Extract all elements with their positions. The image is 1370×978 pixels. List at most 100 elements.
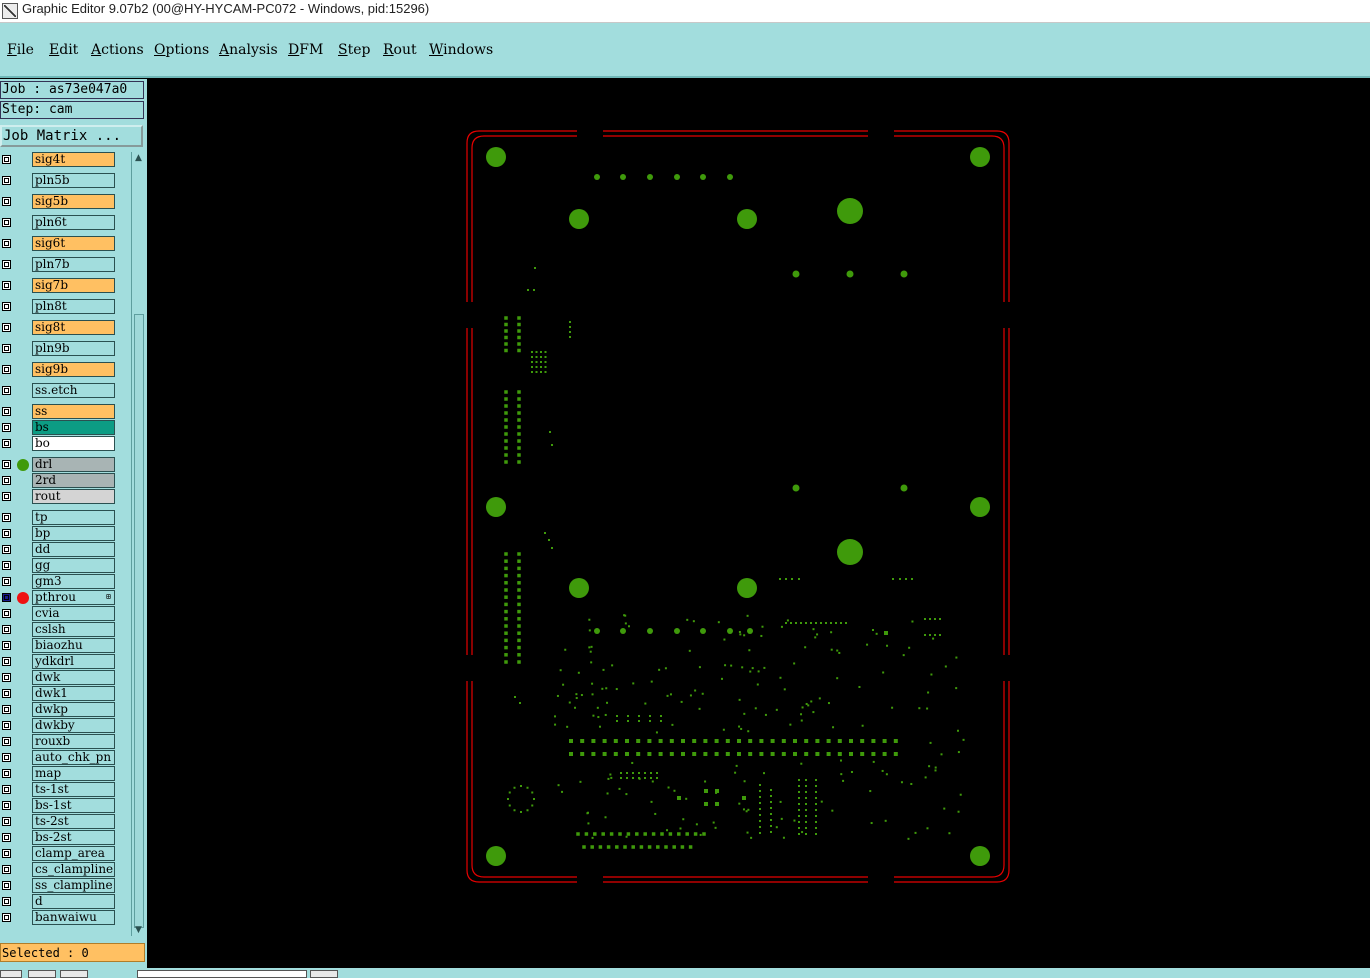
layer-checkbox[interactable]	[2, 849, 11, 858]
scroll-up-arrow-icon[interactable]: ▲	[132, 153, 145, 163]
layer-row-banwaiwu[interactable]: banwaiwu	[0, 910, 118, 926]
layer-row-auto_chk_pn[interactable]: auto_chk_pn	[0, 750, 118, 766]
layer-name[interactable]: dwk1	[32, 686, 115, 701]
layer-checkbox[interactable]	[2, 817, 11, 826]
layer-checkbox[interactable]	[2, 721, 11, 730]
layer-row-ts-2st[interactable]: ts-2st	[0, 814, 118, 830]
layer-checkbox[interactable]	[2, 460, 11, 469]
layer-row-biaozhu[interactable]: biaozhu	[0, 638, 118, 654]
layer-row-ss_clampline[interactable]: ss_clampline	[0, 878, 118, 894]
layer-checkbox[interactable]	[2, 176, 11, 185]
layer-checkbox[interactable]	[2, 492, 11, 501]
layer-row-dd[interactable]: dd	[0, 542, 118, 558]
layer-checkbox[interactable]	[2, 689, 11, 698]
layer-row-map[interactable]: map	[0, 766, 118, 782]
layer-name[interactable]: ss.etch	[32, 383, 115, 398]
layer-name[interactable]: dd	[32, 542, 115, 557]
status-input[interactable]	[137, 970, 307, 978]
status-button-4[interactable]	[310, 970, 338, 978]
layer-row-pln8t[interactable]: pln8t	[0, 299, 118, 315]
layer-checkbox[interactable]	[2, 545, 11, 554]
layer-checkbox[interactable]	[2, 593, 11, 602]
layer-row-dwk[interactable]: dwk	[0, 670, 118, 686]
layer-work-red-dot-icon[interactable]	[17, 592, 29, 604]
layer-checkbox[interactable]	[2, 625, 11, 634]
layer-name[interactable]: bo	[32, 436, 115, 451]
layer-row-bs-1st[interactable]: bs-1st	[0, 798, 118, 814]
layer-row-bp[interactable]: bp	[0, 526, 118, 542]
layer-checkbox[interactable]	[2, 561, 11, 570]
layer-checkbox[interactable]	[2, 529, 11, 538]
menu-windows[interactable]: Windows	[429, 42, 493, 58]
layer-name[interactable]: d	[32, 894, 115, 909]
layer-name[interactable]: sig8t	[32, 320, 115, 335]
layer-name[interactable]: pln8t	[32, 299, 115, 314]
graphic-canvas[interactable]	[147, 79, 1370, 968]
job-matrix-button[interactable]: Job Matrix ...	[0, 125, 143, 147]
layer-checkbox[interactable]	[2, 673, 11, 682]
layer-row-sig4t[interactable]: sig4t	[0, 152, 118, 168]
layer-checkbox[interactable]	[2, 239, 11, 248]
layer-checkbox[interactable]	[2, 407, 11, 416]
layer-row-pln6t[interactable]: pln6t	[0, 215, 118, 231]
layer-row-dwkby[interactable]: dwkby	[0, 718, 118, 734]
layer-name[interactable]: cs_clampline	[32, 862, 115, 877]
menu-actions[interactable]: Actions	[91, 42, 144, 58]
scroll-thumb[interactable]	[134, 314, 144, 928]
layer-name[interactable]: dwk	[32, 670, 115, 685]
layer-checkbox[interactable]	[2, 865, 11, 874]
layer-checkbox[interactable]	[2, 577, 11, 586]
menu-dfm[interactable]: DFM	[288, 42, 323, 58]
layer-name[interactable]: sig4t	[32, 152, 115, 167]
layer-row-bs-2st[interactable]: bs-2st	[0, 830, 118, 846]
layer-checkbox[interactable]	[2, 218, 11, 227]
layer-name[interactable]: 2rd	[32, 473, 115, 488]
layer-row-d[interactable]: d	[0, 894, 118, 910]
layer-row-cs_clampline[interactable]: cs_clampline	[0, 862, 118, 878]
layer-name[interactable]: dwkp	[32, 702, 115, 717]
layer-name[interactable]: sig5b	[32, 194, 115, 209]
layer-name[interactable]: pthrou	[32, 590, 115, 605]
layer-row-sig7b[interactable]: sig7b	[0, 278, 118, 294]
layer-checkbox[interactable]	[2, 281, 11, 290]
layer-name[interactable]: gm3	[32, 574, 115, 589]
menu-step[interactable]: Step	[338, 42, 370, 58]
menu-file[interactable]: File	[7, 42, 34, 58]
layer-name[interactable]: bs-1st	[32, 798, 115, 813]
layer-name[interactable]: cvia	[32, 606, 115, 621]
layer-checkbox[interactable]	[2, 657, 11, 666]
menu-edit[interactable]: Edit	[49, 42, 78, 58]
layer-name[interactable]: bp	[32, 526, 115, 541]
layer-checkbox[interactable]	[2, 365, 11, 374]
layer-checkbox[interactable]	[2, 302, 11, 311]
layer-checkbox[interactable]	[2, 197, 11, 206]
layer-name[interactable]: ts-2st	[32, 814, 115, 829]
layer-checkbox[interactable]	[2, 476, 11, 485]
layer-row-gg[interactable]: gg	[0, 558, 118, 574]
status-button-1[interactable]	[0, 970, 22, 978]
layer-row-sig8t[interactable]: sig8t	[0, 320, 118, 336]
layer-name[interactable]: banwaiwu	[32, 910, 115, 925]
layer-checkbox[interactable]	[2, 801, 11, 810]
layer-name[interactable]: auto_chk_pn	[32, 750, 115, 765]
layer-name[interactable]: drl	[32, 457, 115, 472]
layer-name[interactable]: cslsh	[32, 622, 115, 637]
layer-row-bo[interactable]: bo	[0, 436, 118, 452]
scroll-down-arrow-icon[interactable]: ▼	[132, 925, 145, 935]
layer-checkbox[interactable]	[2, 705, 11, 714]
layer-row-ss.etch[interactable]: ss.etch	[0, 383, 118, 399]
layer-checkbox[interactable]	[2, 513, 11, 522]
layer-checkbox[interactable]	[2, 609, 11, 618]
layer-row-sig9b[interactable]: sig9b	[0, 362, 118, 378]
layer-name[interactable]: sig7b	[32, 278, 115, 293]
menu-options[interactable]: Options	[154, 42, 209, 58]
layer-row-2rd[interactable]: 2rd	[0, 473, 118, 489]
layer-row-bs[interactable]: bs	[0, 420, 118, 436]
board-view[interactable]	[147, 79, 1370, 968]
layer-name[interactable]: pln9b	[32, 341, 115, 356]
layer-name[interactable]: rout	[32, 489, 115, 504]
layer-name[interactable]: pln6t	[32, 215, 115, 230]
layer-row-rouxb[interactable]: rouxb	[0, 734, 118, 750]
layer-row-tp[interactable]: tp	[0, 510, 118, 526]
layer-display-green-dot-icon[interactable]	[17, 459, 29, 471]
